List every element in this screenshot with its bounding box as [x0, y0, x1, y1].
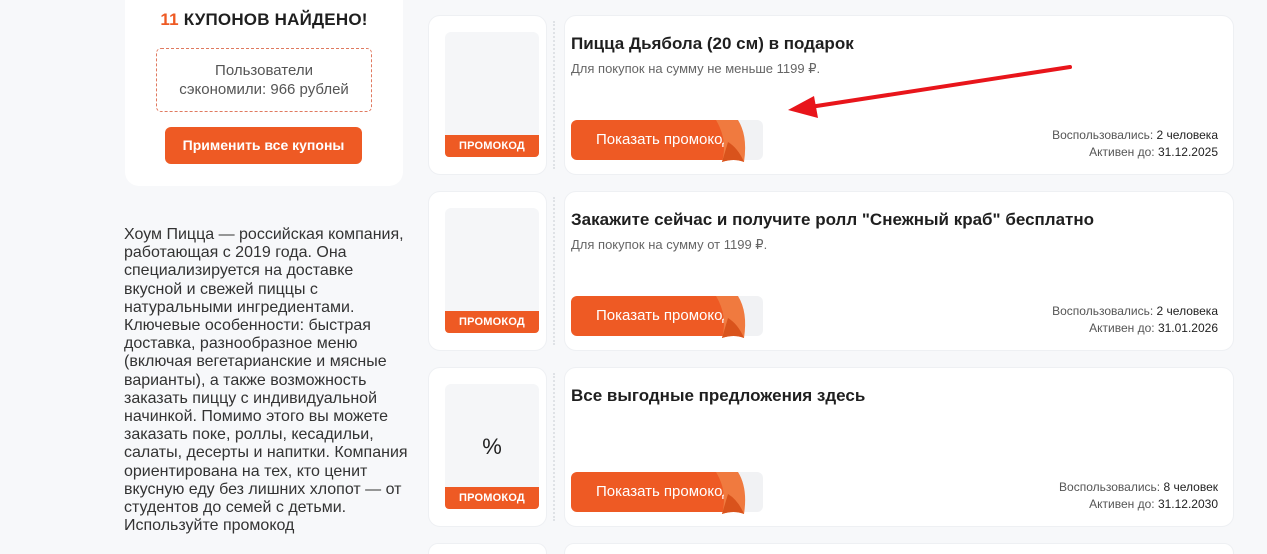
show-promo-code-button[interactable]: Показать промокод [571, 296, 729, 336]
show-promo-code-button[interactable]: Показать промокод [571, 120, 729, 160]
apply-all-coupons-button[interactable]: Применить все купоны [165, 127, 362, 164]
coupon-details [564, 543, 1234, 554]
active-label: Активен до: [1089, 497, 1155, 511]
coupons-found-count: 11 [160, 10, 179, 29]
coupon-title: Закажите сейчас и получите ролл "Снежный… [571, 210, 1095, 229]
coupon-image-panel: ПРОМОКОД [428, 191, 547, 351]
coupons-found-text: КУПОНОВ НАЙДЕНО! [183, 10, 368, 29]
used-value: 2 человека [1156, 128, 1218, 142]
coupon-image-panel [428, 543, 547, 554]
coupon-card: ПРОМОКОД Закажите сейчас и получите ролл… [428, 191, 1234, 351]
store-description: Хоум Пицца — российская компания, работа… [124, 226, 408, 535]
coupon-perforation [553, 21, 555, 169]
used-label: Воспользовались: [1052, 304, 1154, 318]
annotation-arrow-icon [788, 65, 1072, 118]
used-value: 8 человек [1163, 480, 1218, 494]
coupon-perforation [553, 197, 555, 345]
active-label: Активен до: [1089, 145, 1155, 159]
used-label: Воспользовались: [1052, 128, 1154, 142]
coupon-image-panel: ПРОМОКОД [428, 15, 547, 175]
promo-badge: ПРОМОКОД [445, 135, 539, 157]
peel-corner-icon [716, 120, 746, 162]
active-value: 31.12.2030 [1157, 497, 1218, 511]
peel-corner-icon [716, 296, 746, 338]
promo-badge: ПРОМОКОД [445, 487, 539, 509]
coupon-title: Пицца Дьябола (20 см) в подарок [571, 34, 854, 53]
coupons-found-heading: 11 КУПОНОВ НАЙДЕНО! [125, 10, 403, 30]
used-label: Воспользовались: [1059, 480, 1161, 494]
active-label: Активен до: [1089, 321, 1155, 335]
coupon-meta: Воспользовались: 2 человека Активен до: … [1052, 127, 1218, 161]
coupon-meta: Воспользовались: 8 человек Активен до: 3… [1059, 479, 1218, 513]
coupon-title: Все выгодные предложения здесь [571, 386, 866, 405]
coupon-condition: Для покупок на сумму от 1199 ₽. [571, 237, 768, 252]
show-promo-code-button[interactable]: Показать промокод [571, 472, 729, 512]
used-value: 2 человека [1156, 304, 1218, 318]
promo-badge: ПРОМОКОД [445, 311, 539, 333]
coupon-summary-card: 11 КУПОНОВ НАЙДЕНО! Пользователи сэконом… [125, 0, 403, 186]
active-value: 31.12.2025 [1157, 145, 1218, 159]
coupon-card: % ПРОМОКОД Все выгодные предложения здес… [428, 367, 1234, 527]
show-code-control[interactable]: Показать промокод [571, 472, 763, 514]
coupon-image-panel: % ПРОМОКОД [428, 367, 547, 527]
savings-box: Пользователи сэкономили: 966 рублей [156, 48, 372, 112]
show-code-control[interactable]: Показать промокод [571, 296, 763, 338]
peel-corner-icon [716, 472, 746, 514]
coupon-perforation [553, 373, 555, 521]
show-code-control[interactable]: Показать промокод [571, 120, 763, 162]
coupon-meta: Воспользовались: 2 человека Активен до: … [1052, 303, 1218, 337]
coupon-details: Все выгодные предложения здесь Показать … [564, 367, 1234, 527]
active-value: 31.01.2026 [1157, 321, 1218, 335]
coupon-card-partial [428, 543, 1234, 554]
savings-line-1: Пользователи [215, 62, 313, 79]
savings-line-2: сэкономили: 966 рублей [179, 81, 349, 98]
coupon-details: Закажите сейчас и получите ролл "Снежный… [564, 191, 1234, 351]
